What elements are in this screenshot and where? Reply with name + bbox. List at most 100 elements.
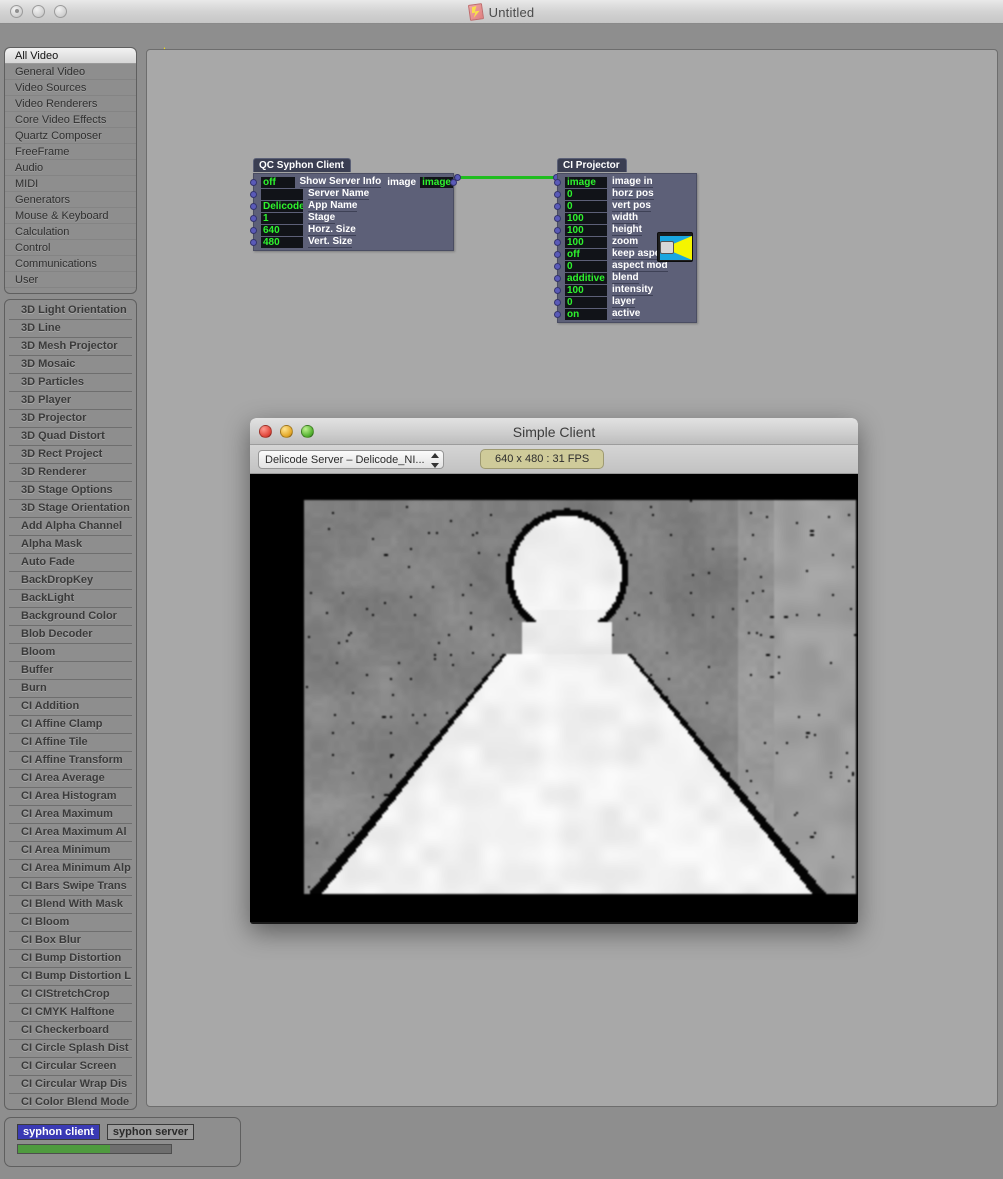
patch-item[interactable]: Blob Decoder (9, 626, 132, 644)
patch-item[interactable]: Bloom (9, 644, 132, 662)
input-value-stage[interactable]: 1 (261, 212, 303, 224)
category-item-general-video[interactable]: General Video (5, 64, 136, 80)
patch-item[interactable]: BackDropKey (9, 572, 132, 590)
input-value-app-name[interactable]: Delicode (261, 200, 303, 212)
patch-item[interactable]: CI CIStretchCrop (9, 986, 132, 1004)
category-item-calculation[interactable]: Calculation (5, 224, 136, 240)
input-value-aspect-mod[interactable]: 0 (565, 260, 607, 272)
input-port-dot[interactable] (554, 215, 561, 222)
server-select-dropdown[interactable]: Delicode Server – Delicode_NI... (258, 449, 444, 469)
patch-item[interactable]: CI Affine Transform (9, 752, 132, 770)
port-row-horz-size[interactable]: 640 Horz. Size (250, 224, 453, 236)
input-port-dot[interactable] (554, 203, 561, 210)
node-title-ci-projector[interactable]: CI Projector (557, 158, 627, 172)
input-value-vert-size[interactable]: 480 (261, 236, 303, 248)
patch-item[interactable]: 3D Renderer (9, 464, 132, 482)
input-port-dot[interactable] (250, 191, 257, 198)
input-value-image-in[interactable]: image (565, 176, 607, 188)
patch-item[interactable]: 3D Stage Orientation (9, 500, 132, 518)
port-row-horz-pos[interactable]: 0 horz pos (554, 188, 696, 200)
node-body-ci-projector[interactable]: image image in 0 horz pos 0 vert pos 100… (554, 173, 697, 323)
category-item-video-renderers[interactable]: Video Renderers (5, 96, 136, 112)
simple-client-titlebar[interactable]: Simple Client (250, 418, 858, 445)
category-item-quartz-composer[interactable]: Quartz Composer (5, 128, 136, 144)
connection-wire[interactable] (457, 176, 556, 179)
patch-item[interactable]: CI Bump Distortion L (9, 968, 132, 986)
patch-item[interactable]: BackLight (9, 590, 132, 608)
input-port-dot[interactable] (554, 263, 561, 270)
input-value-height[interactable]: 100 (565, 224, 607, 236)
tab-syphon-server[interactable]: syphon server (106, 1124, 195, 1140)
patch-item[interactable]: CI Area Histogram (9, 788, 132, 806)
category-item-user[interactable]: User (5, 272, 136, 288)
patch-item[interactable]: Buffer (9, 662, 132, 680)
port-row-width[interactable]: 100 width (554, 212, 696, 224)
port-row-intensity[interactable]: 100 intensity (554, 284, 696, 296)
simple-client-window[interactable]: Simple Client Delicode Server – Delicode… (250, 418, 858, 924)
category-item-mouse-keyboard[interactable]: Mouse & Keyboard (5, 208, 136, 224)
input-port-dot[interactable] (554, 299, 561, 306)
patch-item[interactable]: 3D Rect Project (9, 446, 132, 464)
chevron-updown-icon[interactable] (431, 452, 439, 468)
input-value-zoom[interactable]: 100 (565, 236, 607, 248)
patch-item[interactable]: CI Bars Swipe Trans (9, 878, 132, 896)
patch-item[interactable]: 3D Mesh Projector (9, 338, 132, 356)
patch-item[interactable]: Auto Fade (9, 554, 132, 572)
port-row-layer[interactable]: 0 layer (554, 296, 696, 308)
patch-list[interactable]: 3D Light Orientation 3D Line 3D Mesh Proje… (4, 299, 137, 1110)
category-item-all-video[interactable]: All Video (5, 48, 136, 64)
patch-item[interactable]: 3D Projector (9, 410, 132, 428)
patch-item[interactable]: CI Area Maximum Al (9, 824, 132, 842)
input-value-keep-aspect[interactable]: off (565, 248, 607, 260)
patch-item[interactable]: CI Addition (9, 698, 132, 716)
input-value-active[interactable]: on (565, 308, 607, 320)
input-value-intensity[interactable]: 100 (565, 284, 607, 296)
patch-item[interactable]: CI Blend With Mask (9, 896, 132, 914)
port-row-server-name[interactable]: Server Name (250, 188, 453, 200)
port-row-show-server-info[interactable]: off Show Server Info image image (250, 176, 457, 188)
input-value-horz-pos[interactable]: 0 (565, 188, 607, 200)
category-item-midi[interactable]: MIDI (5, 176, 136, 192)
output-port-dot-image[interactable] (450, 179, 457, 186)
patch-item[interactable]: 3D Quad Distort (9, 428, 132, 446)
patch-item[interactable]: 3D Particles (9, 374, 132, 392)
node-title-qc-syphon-client[interactable]: QC Syphon Client (253, 158, 351, 172)
category-item-video-sources[interactable]: Video Sources (5, 80, 136, 96)
input-port-dot-image-in[interactable] (554, 179, 561, 186)
video-preview-area[interactable] (250, 474, 858, 922)
input-value-blend[interactable]: additive (565, 272, 607, 284)
patch-item[interactable]: CI Box Blur (9, 932, 132, 950)
category-item-control[interactable]: Control (5, 240, 136, 256)
input-port-dot[interactable] (554, 275, 561, 282)
input-value-server-name[interactable] (261, 188, 303, 200)
category-item-core-video-effects[interactable]: Core Video Effects (5, 112, 136, 128)
patch-item[interactable]: Alpha Mask (9, 536, 132, 554)
node-qc-syphon-client[interactable]: QC Syphon Client off Show Server Info im… (250, 155, 457, 251)
patch-item[interactable]: CI Circle Splash Dist (9, 1040, 132, 1058)
patch-item[interactable]: Add Alpha Channel (9, 518, 132, 536)
input-port-dot[interactable] (250, 203, 257, 210)
port-row-blend[interactable]: additive blend (554, 272, 696, 284)
category-item-freeframe[interactable]: FreeFrame (5, 144, 136, 160)
port-row-vert-size[interactable]: 480 Vert. Size (250, 236, 453, 248)
patch-item[interactable]: CI Circular Wrap Dis (9, 1076, 132, 1094)
patch-item[interactable]: CI Affine Clamp (9, 716, 132, 734)
port-row-app-name[interactable]: Delicode App Name (250, 200, 453, 212)
patch-item[interactable]: CI Area Average (9, 770, 132, 788)
input-value-vert-pos[interactable]: 0 (565, 200, 607, 212)
port-row-active[interactable]: on active (554, 308, 696, 320)
input-port-dot[interactable] (250, 227, 257, 234)
patch-item[interactable]: CI CMYK Halftone (9, 1004, 132, 1022)
patch-item[interactable]: 3D Stage Options (9, 482, 132, 500)
category-item-communications[interactable]: Communications (5, 256, 136, 272)
patch-item[interactable]: CI Circular Screen (9, 1058, 132, 1076)
port-row-vert-pos[interactable]: 0 vert pos (554, 200, 696, 212)
input-value-layer[interactable]: 0 (565, 296, 607, 308)
category-item-audio[interactable]: Audio (5, 160, 136, 176)
patch-item[interactable]: Burn (9, 680, 132, 698)
node-ci-projector[interactable]: CI Projector image image in 0 horz pos 0… (554, 155, 697, 323)
input-port-dot[interactable] (554, 191, 561, 198)
patch-item[interactable]: 3D Player (9, 392, 132, 410)
input-value-show-server-info[interactable]: off (261, 176, 295, 188)
input-value-horz-size[interactable]: 640 (261, 224, 303, 236)
